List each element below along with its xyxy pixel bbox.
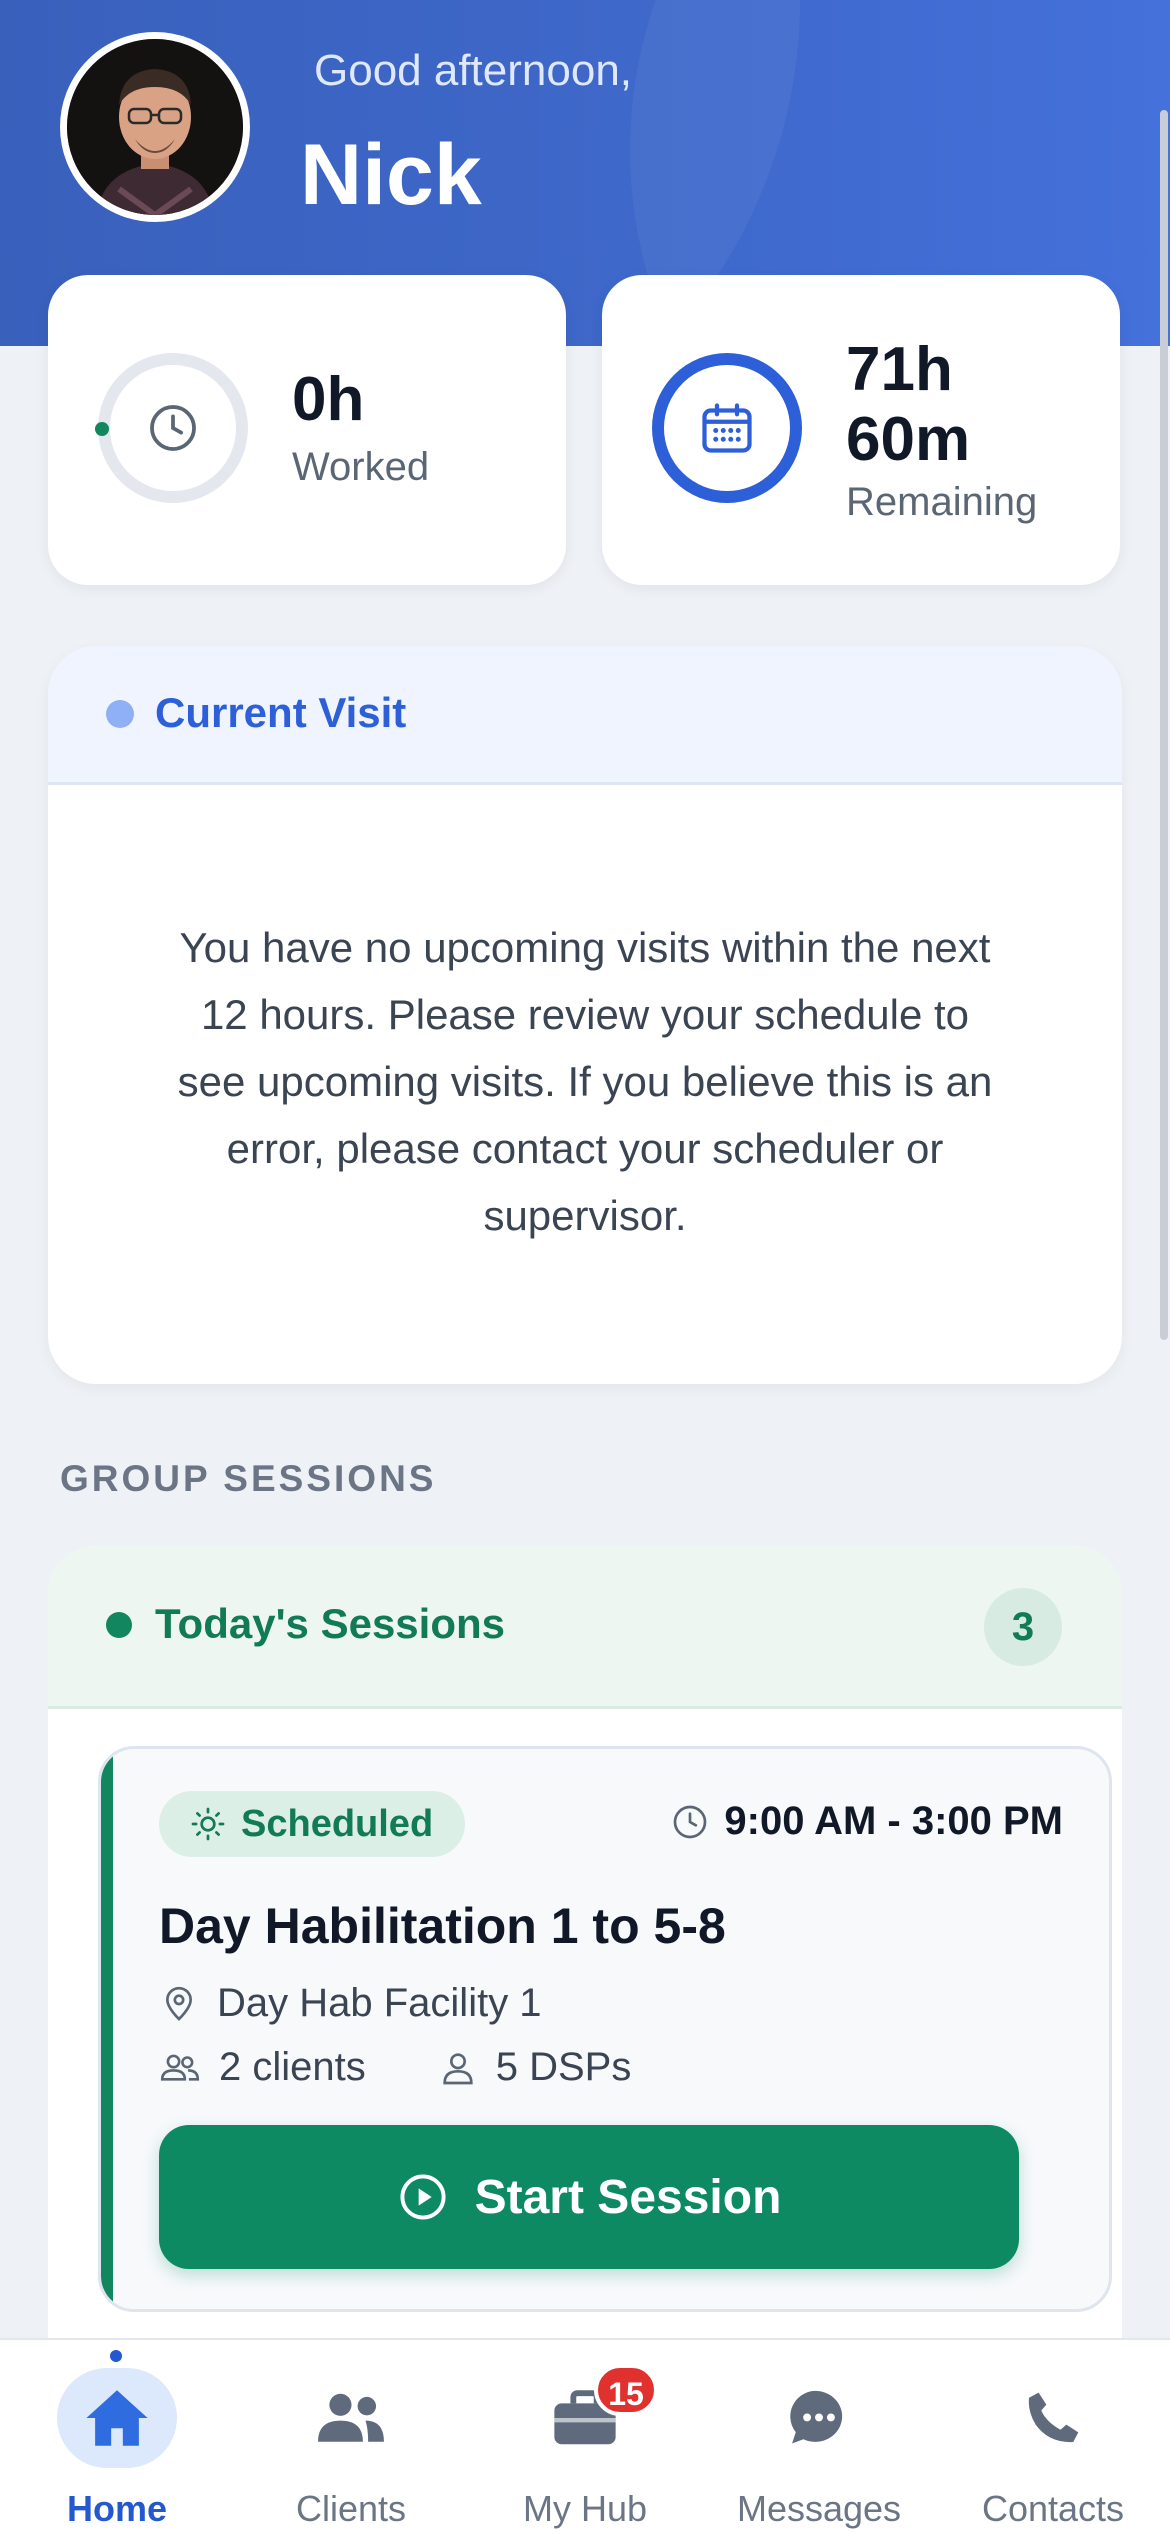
remaining-hours-card[interactable]: 71h 60m Remaining (602, 275, 1120, 585)
remaining-label: Remaining (846, 480, 1038, 524)
location-text: Day Hab Facility 1 (217, 1981, 542, 2025)
session-name: Day Habilitation 1 to 5-8 (159, 1898, 726, 1954)
worked-value: 0h (292, 365, 365, 434)
location-pin-icon (165, 1986, 193, 2021)
users-icon (160, 2054, 200, 2081)
tab-contacts[interactable]: Contacts (936, 2340, 1170, 2534)
tab-label: Contacts (981, 2488, 1125, 2529)
tab-label: Home (66, 2488, 168, 2529)
session-participants: 2 clients 5 DSPs (159, 2045, 631, 2090)
avatar[interactable] (60, 32, 250, 222)
home-icon (57, 2368, 177, 2468)
current-visit-title: Current Visit (155, 689, 407, 736)
clock-icon (674, 1805, 707, 1838)
worked-label: Worked (292, 445, 430, 489)
status-badge: Scheduled (159, 1791, 466, 1857)
session-accent-bar (101, 1749, 113, 2309)
user-name: Nick (300, 127, 482, 223)
users-icon (291, 2368, 411, 2468)
start-session-label: Start Session (474, 2170, 782, 2224)
tab-my-hub[interactable]: 15 My Hub (468, 2340, 702, 2534)
worked-progress-ring (95, 353, 248, 503)
tab-home[interactable]: Home (0, 2340, 234, 2534)
tab-label: My Hub (522, 2488, 648, 2529)
avatar-photo (67, 39, 243, 215)
dsps-count: 5 DSPs (495, 2045, 632, 2089)
tab-label: Messages (736, 2488, 902, 2529)
chat-icon (759, 2368, 879, 2468)
active-indicator-dot (110, 2350, 122, 2362)
calendar-icon (702, 403, 752, 453)
remaining-progress-ring (652, 353, 802, 503)
sun-icon (191, 1807, 225, 1841)
session-time-text: 9:00 AM - 3:00 PM (724, 1799, 1063, 1843)
greeting-text: Good afternoon, (314, 46, 633, 95)
session-time: 9:00 AM - 3:00 PM (670, 1799, 1063, 1844)
worked-hours-card[interactable]: 0h Worked (48, 275, 566, 585)
play-icon (400, 2174, 446, 2220)
person-icon (443, 2052, 473, 2084)
sessions-count-badge: 3 (984, 1588, 1062, 1666)
remaining-minutes-value: 60m (846, 405, 971, 474)
notification-badge: 15 (594, 2364, 658, 2416)
tab-label: Clients (295, 2488, 407, 2529)
phone-icon (993, 2368, 1113, 2468)
scrollbar[interactable] (1160, 110, 1168, 1340)
session-card[interactable]: Scheduled 9:00 AM - 3:00 PM Day Habilita… (98, 1746, 1112, 2312)
status-text: Scheduled (241, 1802, 434, 1845)
todays-sessions-card: Today's Sessions 3 Scheduled 9:00 AM - 3 (48, 1546, 1122, 2446)
tab-messages[interactable]: Messages (702, 2340, 936, 2534)
clients-count: 2 clients (219, 2045, 366, 2089)
clock-icon (150, 405, 196, 451)
sessions-header: Today's Sessions 3 (48, 1546, 1122, 1709)
remaining-hours-value: 71h (846, 335, 953, 404)
progress-indicator-dot (95, 422, 109, 436)
status-dot (106, 1612, 132, 1638)
session-location: Day Hab Facility 1 (159, 1981, 542, 2026)
start-session-button[interactable]: Start Session (159, 2125, 1019, 2269)
current-visit-header: Current Visit (48, 646, 1122, 785)
sessions-title: Today's Sessions (155, 1600, 506, 1647)
bottom-tab-bar: Home Clients 15 My Hub Messages Contacts (0, 2338, 1170, 2534)
no-visits-message: You have no upcoming visits within the n… (177, 924, 993, 1239)
status-dot (106, 700, 134, 728)
current-visit-card: Current Visit You have no upcoming visit… (48, 646, 1122, 1384)
tab-clients[interactable]: Clients (234, 2340, 468, 2534)
section-heading: GROUP SESSIONS (60, 1458, 437, 1499)
